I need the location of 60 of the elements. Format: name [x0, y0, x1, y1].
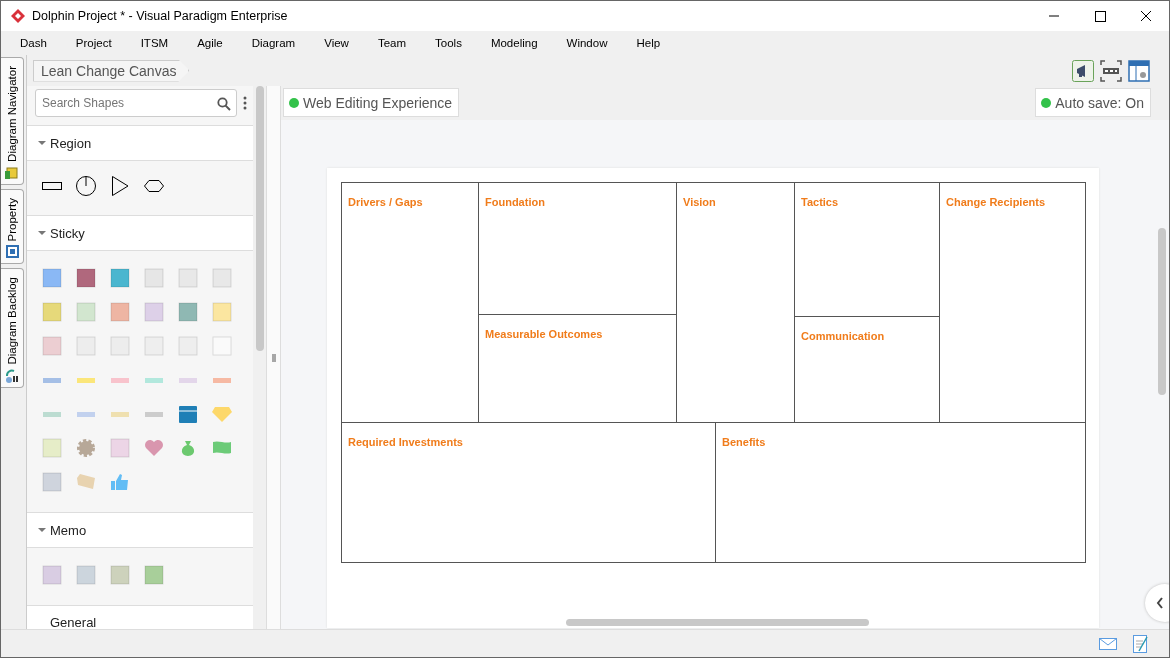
- menu-item[interactable]: View: [324, 37, 361, 49]
- menu-item[interactable]: Agile: [197, 37, 235, 49]
- sticky-note-icon[interactable]: [177, 301, 199, 323]
- search-icon: [217, 97, 231, 111]
- note-icon[interactable]: [1133, 634, 1149, 653]
- block-title: Change Recipients: [946, 196, 1046, 208]
- heart-icon[interactable]: [143, 437, 165, 459]
- chevron-left-icon: [1156, 597, 1164, 609]
- group-header[interactable]: Memo: [27, 512, 253, 548]
- group-header[interactable]: General: [27, 605, 253, 629]
- group-header[interactable]: Region: [27, 125, 253, 161]
- block-title: Measurable Outcomes: [485, 328, 603, 340]
- menu-item[interactable]: Help: [636, 37, 673, 49]
- menu-item[interactable]: Diagram: [251, 37, 308, 49]
- group-header[interactable]: Sticky: [27, 215, 253, 251]
- status-badge[interactable]: Auto save: On: [1035, 88, 1151, 117]
- gear-icon[interactable]: [75, 437, 97, 459]
- splitter-handle-icon[interactable]: [271, 353, 276, 362]
- menu-item[interactable]: Modeling: [490, 37, 550, 49]
- app-logo-icon: [10, 8, 26, 24]
- sticky-note-icon[interactable]: [41, 267, 63, 289]
- menu-item[interactable]: Window: [566, 37, 620, 49]
- fit-frame-icon[interactable]: [1100, 59, 1122, 82]
- block-title: Communication: [801, 330, 885, 342]
- breadcrumb[interactable]: Lean Change Canvas: [33, 59, 190, 82]
- side-tab[interactable]: Diagram Backlog: [1, 268, 24, 388]
- calendar-icon[interactable]: [177, 403, 199, 425]
- mail-icon[interactable]: [1099, 637, 1117, 650]
- more-options-icon[interactable]: [243, 96, 247, 110]
- sticky-note-icon[interactable]: [109, 301, 131, 323]
- side-tab[interactable]: Diagram Navigator: [1, 57, 24, 185]
- menu-item[interactable]: Project: [75, 37, 124, 49]
- scrollbar-thumb[interactable]: [1158, 228, 1166, 395]
- sticky-note-icon[interactable]: [75, 267, 97, 289]
- menu-item[interactable]: Dash: [20, 37, 59, 49]
- scrollbar-thumb[interactable]: [256, 86, 264, 351]
- sticky-note-icon[interactable]: [109, 267, 131, 289]
- property-icon: [4, 244, 20, 260]
- block-title: Tactics: [801, 196, 839, 208]
- scrollbar-thumb[interactable]: [566, 619, 869, 626]
- window-title: Dolphin Project * - Visual Paradigm Enterprise: [32, 9, 288, 23]
- side-tab[interactable]: Property: [1, 188, 24, 265]
- block-title: Required Investments: [348, 436, 463, 448]
- block-title: Vision: [683, 196, 716, 208]
- search-field[interactable]: Search Shapes: [35, 89, 237, 117]
- navigator-icon: [4, 164, 20, 180]
- layout-panel-icon[interactable]: [1128, 59, 1150, 82]
- block-title: Drivers / Gaps: [348, 196, 423, 208]
- backlog-icon: [4, 367, 20, 383]
- circle-icon[interactable]: [75, 175, 97, 197]
- megaphone-icon[interactable]: [1072, 59, 1094, 82]
- menu-item[interactable]: ITSM: [140, 37, 181, 49]
- block-title: Foundation: [485, 196, 545, 208]
- block-title: Benefits: [722, 436, 766, 448]
- status-badge[interactable]: Web Editing Experience: [283, 88, 460, 117]
- thumbs-up-icon[interactable]: [109, 471, 131, 493]
- sticky-note-icon[interactable]: [143, 564, 165, 586]
- menu-item[interactable]: Team: [377, 37, 419, 49]
- triangle-icon[interactable]: [109, 175, 131, 197]
- menu-item[interactable]: Tools: [435, 37, 474, 49]
